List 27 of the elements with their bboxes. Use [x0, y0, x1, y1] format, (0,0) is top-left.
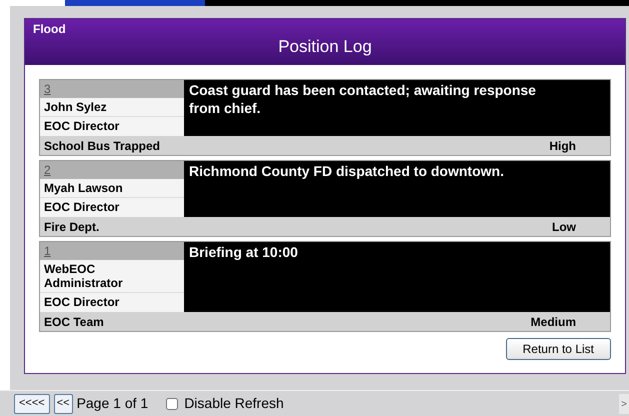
entry-role: EOC Director	[40, 117, 184, 136]
entry-priority: Medium	[530, 314, 577, 330]
entry-number-link[interactable]: 2	[44, 163, 51, 177]
disable-refresh-label: Disable Refresh	[184, 394, 284, 413]
entry-category: School Bus Trapped	[44, 138, 160, 154]
entry-role: EOC Director	[40, 198, 184, 217]
incident-name: Flood	[33, 21, 67, 36]
entry-number-link[interactable]: 3	[44, 82, 51, 96]
panel-title: Position Log	[277, 36, 373, 58]
entry-name: Myah Lawson	[40, 179, 184, 198]
entry-category: EOC Team	[44, 314, 104, 330]
next-page-button[interactable]: >	[619, 394, 629, 414]
entry-message: Richmond County FD dispatched to downtown.	[184, 161, 610, 217]
entry-name: John Sylez	[40, 98, 184, 117]
previous-page-button[interactable]: <<	[54, 394, 73, 414]
entry-priority: Low	[552, 218, 577, 236]
entry-role: EOC Director	[40, 293, 184, 312]
disable-refresh-checkbox[interactable]	[166, 398, 178, 410]
entry-message: Coast guard has been contacted; awaiting response from chief.	[184, 80, 610, 136]
entry-number-link[interactable]: 1	[44, 244, 51, 258]
entry-category: Fire Dept.	[44, 218, 100, 236]
page-indicator: Page 1 of 1	[76, 394, 148, 413]
entry-message: Briefing at 10:00	[184, 242, 610, 312]
first-page-button[interactable]: <<<<	[14, 394, 50, 414]
entry-priority: High	[549, 138, 577, 154]
entry-name: WebEOC Administrator	[40, 260, 184, 293]
return-to-list-button[interactable]: Return to List	[506, 338, 611, 360]
